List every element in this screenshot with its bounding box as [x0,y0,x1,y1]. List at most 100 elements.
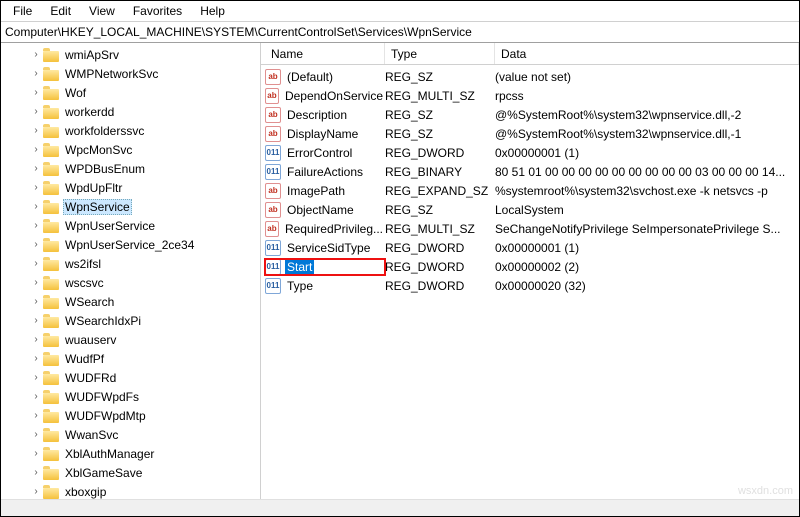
tree-node-workfolderssvc[interactable]: › workfolderssvc [1,121,260,140]
tree-node-wudfwpdfs[interactable]: ›WUDFWpdFs [1,387,260,406]
tree-node-label: workfolderssvc [63,124,146,138]
folder-icon [43,276,59,290]
expand-icon[interactable]: › [29,201,43,212]
tree-node-wsearch[interactable]: › WSearch [1,292,260,311]
expand-icon[interactable]: › [29,87,43,98]
value-row-default[interactable]: ab(Default)REG_SZ(value not set) [261,67,799,86]
value-row-start[interactable]: 011StartREG_DWORD0x00000002 (2) [261,257,799,276]
value-row-dependonservice[interactable]: abDependOnServiceREG_MULTI_SZrpcss [261,86,799,105]
folder-icon [43,466,59,480]
value-name: Start [285,260,314,274]
value-row-servicesidtype[interactable]: 011ServiceSidTypeREG_DWORD0x00000001 (1) [261,238,799,257]
string-value-icon: ab [265,107,281,123]
address-bar[interactable]: Computer\HKEY_LOCAL_MACHINE\SYSTEM\Curre… [1,22,799,43]
tree-node-wuauserv[interactable]: ›wuauserv [1,330,260,349]
menu-edit[interactable]: Edit [42,3,79,19]
tree-node-wsearchidxpi[interactable]: ›WSearchIdxPi [1,311,260,330]
tree-pane[interactable]: ›wmiApSrv›WMPNetworkSvc›Wof›workerdd›wor… [1,43,261,499]
tree-node-wudfpf[interactable]: › WudfPf [1,349,260,368]
folder-icon [43,219,59,233]
tree-node-label: XblAuthManager [63,447,156,461]
expand-icon[interactable]: › [29,68,43,79]
col-header-data[interactable]: Data [495,43,799,64]
tree-node-label: workerdd [63,105,116,119]
menu-favorites[interactable]: Favorites [125,3,190,19]
string-value-icon: ab [265,183,281,199]
tree-node-wscsvc[interactable]: ›wscsvc [1,273,260,292]
tree-node-wpdupfltr[interactable]: › WpdUpFltr [1,178,260,197]
value-row-displayname[interactable]: abDisplayNameREG_SZ@%SystemRoot%\system3… [261,124,799,143]
folder-icon [43,238,59,252]
menu-view[interactable]: View [81,3,123,19]
value-type: REG_SZ [385,108,495,122]
tree-node-wudfrd[interactable]: ›WUDFRd [1,368,260,387]
expand-icon[interactable]: › [29,410,43,421]
expand-icon[interactable]: › [29,334,43,345]
expand-icon[interactable]: › [29,372,43,383]
expand-icon[interactable]: › [29,277,43,288]
expand-icon[interactable]: › [29,106,43,117]
tree-node-wpnuserservice_2ce34[interactable]: ›WpnUserService_2ce34 [1,235,260,254]
value-row-requiredprivileg[interactable]: abRequiredPrivileg...REG_MULTI_SZSeChang… [261,219,799,238]
tree-node-label: WpcMonSvc [63,143,134,157]
expand-icon[interactable]: › [29,125,43,136]
expand-icon[interactable]: › [29,49,43,60]
expand-icon[interactable]: › [29,315,43,326]
folder-icon [43,409,59,423]
folder-icon [43,352,59,366]
tree-node-xblauthmanager[interactable]: › XblAuthManager [1,444,260,463]
value-row-imagepath[interactable]: abImagePathREG_EXPAND_SZ%systemroot%\sys… [261,181,799,200]
expand-icon[interactable]: › [29,391,43,402]
tree-node-wudfwpdmtp[interactable]: ›WUDFWpdMtp [1,406,260,425]
expand-icon[interactable]: › [29,448,43,459]
tree-node-wpnservice[interactable]: ›WpnService [1,197,260,216]
value-data: @%SystemRoot%\system32\wpnservice.dll,-1 [495,127,799,141]
expand-icon[interactable]: › [29,239,43,250]
value-data: 0x00000002 (2) [495,260,799,274]
value-row-objectname[interactable]: abObjectNameREG_SZLocalSystem [261,200,799,219]
value-name: ErrorControl [285,146,354,160]
value-data: %systemroot%\system32\svchost.exe -k net… [495,184,799,198]
menu-file[interactable]: File [5,3,40,19]
tree-node-xboxgip[interactable]: ›xboxgip [1,482,260,499]
value-name: DisplayName [285,127,360,141]
folder-icon [43,105,59,119]
expand-icon[interactable]: › [29,220,43,231]
expand-icon[interactable]: › [29,163,43,174]
content-panes: ›wmiApSrv›WMPNetworkSvc›Wof›workerdd›wor… [1,43,799,499]
col-header-name[interactable]: Name [265,43,385,64]
tree-node-ws2ifsl[interactable]: ›ws2ifsl [1,254,260,273]
value-row-description[interactable]: abDescriptionREG_SZ@%SystemRoot%\system3… [261,105,799,124]
tree-node-wmiapsrv[interactable]: ›wmiApSrv [1,45,260,64]
tree-node-wmpnetworksvc[interactable]: ›WMPNetworkSvc [1,64,260,83]
expand-icon[interactable]: › [29,144,43,155]
value-type: REG_DWORD [385,241,495,255]
folder-icon [43,48,59,62]
value-row-type[interactable]: 011TypeREG_DWORD0x00000020 (32) [261,276,799,295]
expand-icon[interactable]: › [29,182,43,193]
expand-icon[interactable]: › [29,467,43,478]
tree-node-wpnuserservice[interactable]: ›WpnUserService [1,216,260,235]
tree-node-wpcmonsvc[interactable]: › WpcMonSvc [1,140,260,159]
expand-icon[interactable]: › [29,258,43,269]
expand-icon[interactable]: › [29,296,43,307]
tree-node-xblgamesave[interactable]: ›XblGameSave [1,463,260,482]
tree-node-label: WSearch [63,295,116,309]
tree-node-label: WpdUpFltr [63,181,124,195]
expand-icon[interactable]: › [29,486,43,497]
expand-icon[interactable]: › [29,353,43,364]
tree-node-wwansvc[interactable]: ›WwanSvc [1,425,260,444]
value-type: REG_DWORD [385,146,495,160]
value-name: ObjectName [285,203,356,217]
menu-help[interactable]: Help [192,3,233,19]
value-row-errorcontrol[interactable]: 011ErrorControlREG_DWORD0x00000001 (1) [261,143,799,162]
folder-icon [43,333,59,347]
tree-node-workerdd[interactable]: › workerdd [1,102,260,121]
expand-icon[interactable]: › [29,429,43,440]
tree-node-label: WudfPf [63,352,106,366]
tree-node-wof[interactable]: ›Wof [1,83,260,102]
tree-node-wpdbusenum[interactable]: ›WPDBusEnum [1,159,260,178]
col-header-type[interactable]: Type [385,43,495,64]
horizontal-scrollbar[interactable] [1,499,799,516]
value-row-failureactions[interactable]: 011FailureActionsREG_BINARY80 51 01 00 0… [261,162,799,181]
